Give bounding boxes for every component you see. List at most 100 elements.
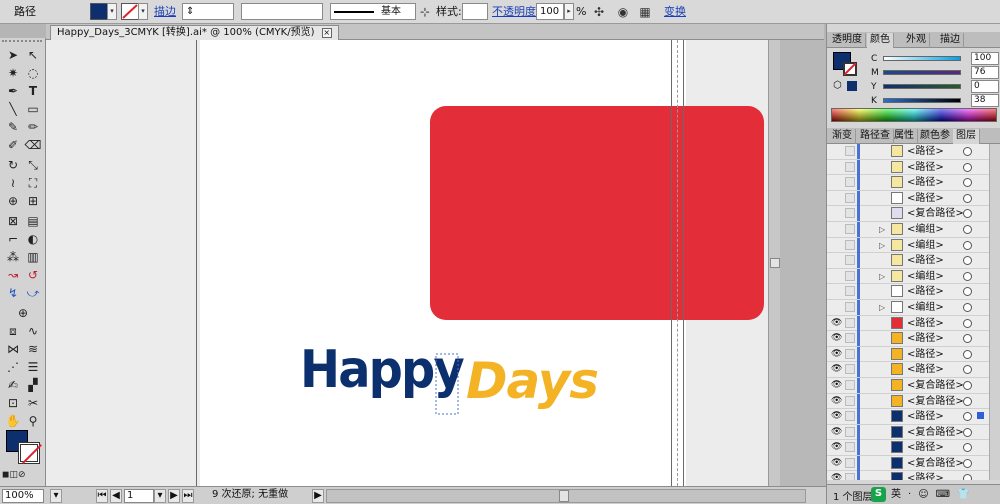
happy-days-logo[interactable]: Happy Days (300, 340, 600, 430)
type-tool-icon[interactable]: T (24, 82, 42, 100)
artboard-dropdown-icon[interactable]: ▾ (154, 489, 166, 503)
graph-tool-icon[interactable]: ⋰ (4, 358, 22, 376)
layer-row[interactable]: 👁 <复合路径> (827, 424, 1000, 441)
lock-toggle[interactable] (845, 395, 855, 406)
warp-tool-icon[interactable]: ≀ (4, 174, 22, 192)
ime-mode-english[interactable]: 英 (889, 488, 903, 502)
visibility-eye-icon[interactable]: 👁 (831, 411, 842, 421)
visibility-eye-icon[interactable]: 👁 (831, 333, 842, 343)
selected-path-anchors[interactable] (432, 352, 462, 418)
tab-appearance[interactable]: 外观 (903, 33, 930, 48)
color-spectrum-bar[interactable] (831, 108, 997, 122)
out-of-gamut-icon[interactable]: ⬡ (833, 80, 845, 92)
target-circle-icon[interactable] (963, 396, 972, 406)
ime-logo-icon[interactable]: S (871, 487, 886, 502)
zoom-dropdown-icon[interactable]: ▾ (50, 489, 62, 503)
expand-triangle-icon[interactable]: ▷ (879, 222, 885, 237)
layer-row[interactable]: 👁 <路径> (827, 362, 1000, 378)
target-circle-icon[interactable] (963, 178, 972, 188)
tab-color[interactable]: 颜色 (867, 33, 894, 48)
visibility-eye-icon[interactable] (831, 302, 841, 312)
visibility-eye-icon[interactable] (831, 286, 841, 296)
black-slider[interactable] (883, 98, 961, 103)
layer-row[interactable]: 👁 <路径> (827, 440, 1000, 456)
expand-triangle-icon[interactable]: ▷ (879, 238, 885, 253)
target-circle-icon[interactable] (963, 193, 972, 203)
target-circle-icon[interactable] (963, 147, 972, 156)
tab-pathfinder[interactable]: 路径查 (857, 129, 894, 144)
lock-toggle[interactable] (845, 270, 855, 281)
target-circle-icon[interactable] (963, 302, 972, 312)
puppet-warp-tool-icon[interactable]: ⋈ (4, 340, 22, 358)
stroke-color-swatch[interactable] (121, 3, 139, 20)
target-circle-icon[interactable] (963, 287, 972, 297)
visibility-eye-icon[interactable] (831, 240, 841, 250)
paintbrush-tool-icon[interactable]: ✎ (4, 118, 22, 136)
visibility-eye-icon[interactable]: 👁 (831, 473, 842, 480)
close-icon[interactable]: × (321, 28, 332, 38)
target-circle-icon[interactable] (963, 380, 972, 390)
curvature-tool-icon[interactable]: ↯ (4, 284, 22, 302)
target-circle-icon[interactable] (963, 427, 972, 437)
black-value-field[interactable]: 38 (971, 94, 999, 107)
next-artboard-icon[interactable]: ▶ (168, 489, 180, 503)
lock-toggle[interactable] (845, 379, 855, 390)
target-circle-icon[interactable] (963, 334, 972, 344)
prev-artboard-icon[interactable]: ◀ (110, 489, 122, 503)
layer-row[interactable]: <路径> (827, 190, 1000, 207)
visibility-eye-icon[interactable]: 👁 (831, 442, 842, 452)
yellow-value-field[interactable]: 0 (971, 80, 999, 93)
visibility-eye-icon[interactable] (831, 177, 841, 187)
target-circle-icon[interactable] (963, 458, 972, 468)
free-transform-tool-icon[interactable]: ⛶ (24, 174, 42, 192)
layer-row[interactable]: 👁 <复合路径> (827, 377, 1000, 394)
magenta-value-field[interactable]: 76 (971, 66, 999, 79)
layer-row[interactable]: <路径> (827, 284, 1000, 300)
lock-toggle[interactable] (845, 333, 855, 344)
shape-builder-tool-icon[interactable]: ⊕ (4, 192, 22, 210)
ime-skin-icon[interactable]: 👕 (955, 488, 971, 502)
selection-tool-icon[interactable]: ➤ (4, 46, 22, 64)
stroke-swatch[interactable] (18, 442, 40, 464)
visibility-eye-icon[interactable]: 👁 (831, 396, 842, 406)
rectangle-tool-icon[interactable]: ▭ (24, 100, 42, 118)
target-circle-icon[interactable] (963, 256, 972, 266)
visibility-eye-icon[interactable]: 👁 (831, 318, 842, 328)
opacity-link[interactable]: 不透明度 (492, 3, 536, 21)
last-artboard-icon[interactable]: ⏭ (182, 489, 194, 503)
expand-triangle-icon[interactable]: ▷ (879, 269, 885, 284)
layer-row[interactable]: 👁 <复合路径> (827, 393, 1000, 410)
target-circle-icon[interactable] (963, 271, 972, 281)
layer-row[interactable]: 👁 <复合路径> (827, 455, 1000, 472)
scale-tool-icon[interactable]: ⤡ (24, 156, 42, 174)
red-card-shape[interactable] (430, 106, 764, 320)
cyan-value-field[interactable]: 100 (971, 52, 999, 65)
scroll-thumb[interactable] (770, 258, 780, 268)
visibility-eye-icon[interactable] (831, 224, 841, 234)
target-circle-icon[interactable] (963, 349, 972, 359)
target-circle-icon[interactable] (963, 412, 972, 422)
recolor-artwork-icon[interactable]: ✣ (590, 3, 608, 21)
lock-toggle[interactable] (845, 208, 855, 219)
lock-toggle[interactable] (845, 192, 855, 203)
artboard-tool-icon[interactable]: ⧈ (4, 322, 22, 340)
layer-row[interactable]: 👁 <路径> (827, 471, 1000, 480)
scroll-thumb[interactable] (559, 490, 569, 502)
direct-selection-tool-icon[interactable]: ↖ (24, 46, 42, 64)
ime-emoji-icon[interactable]: ☺ (916, 488, 930, 502)
tab-attributes[interactable]: 属性 (891, 129, 918, 144)
brush-definition-select[interactable]: 基本 (330, 3, 416, 20)
target-circle-icon[interactable] (963, 240, 972, 250)
panel-grip[interactable] (2, 40, 42, 45)
transform-link[interactable]: 变换 (664, 3, 686, 21)
canvas-area[interactable]: Happy Days (46, 40, 814, 486)
panel-stroke-swatch[interactable] (843, 62, 857, 76)
layer-row[interactable]: <路径> (827, 159, 1000, 176)
stroke-link[interactable]: 描边 (154, 3, 176, 21)
target-circle-icon[interactable] (963, 443, 972, 453)
zoom-tool-icon[interactable]: ⚲ (24, 412, 42, 430)
opacity-field[interactable]: 100 (536, 3, 564, 20)
line-segment-tool-icon[interactable]: ╲ (4, 100, 22, 118)
magenta-slider[interactable] (883, 70, 961, 75)
mesh-tool-icon[interactable]: ⊠ (4, 212, 22, 230)
